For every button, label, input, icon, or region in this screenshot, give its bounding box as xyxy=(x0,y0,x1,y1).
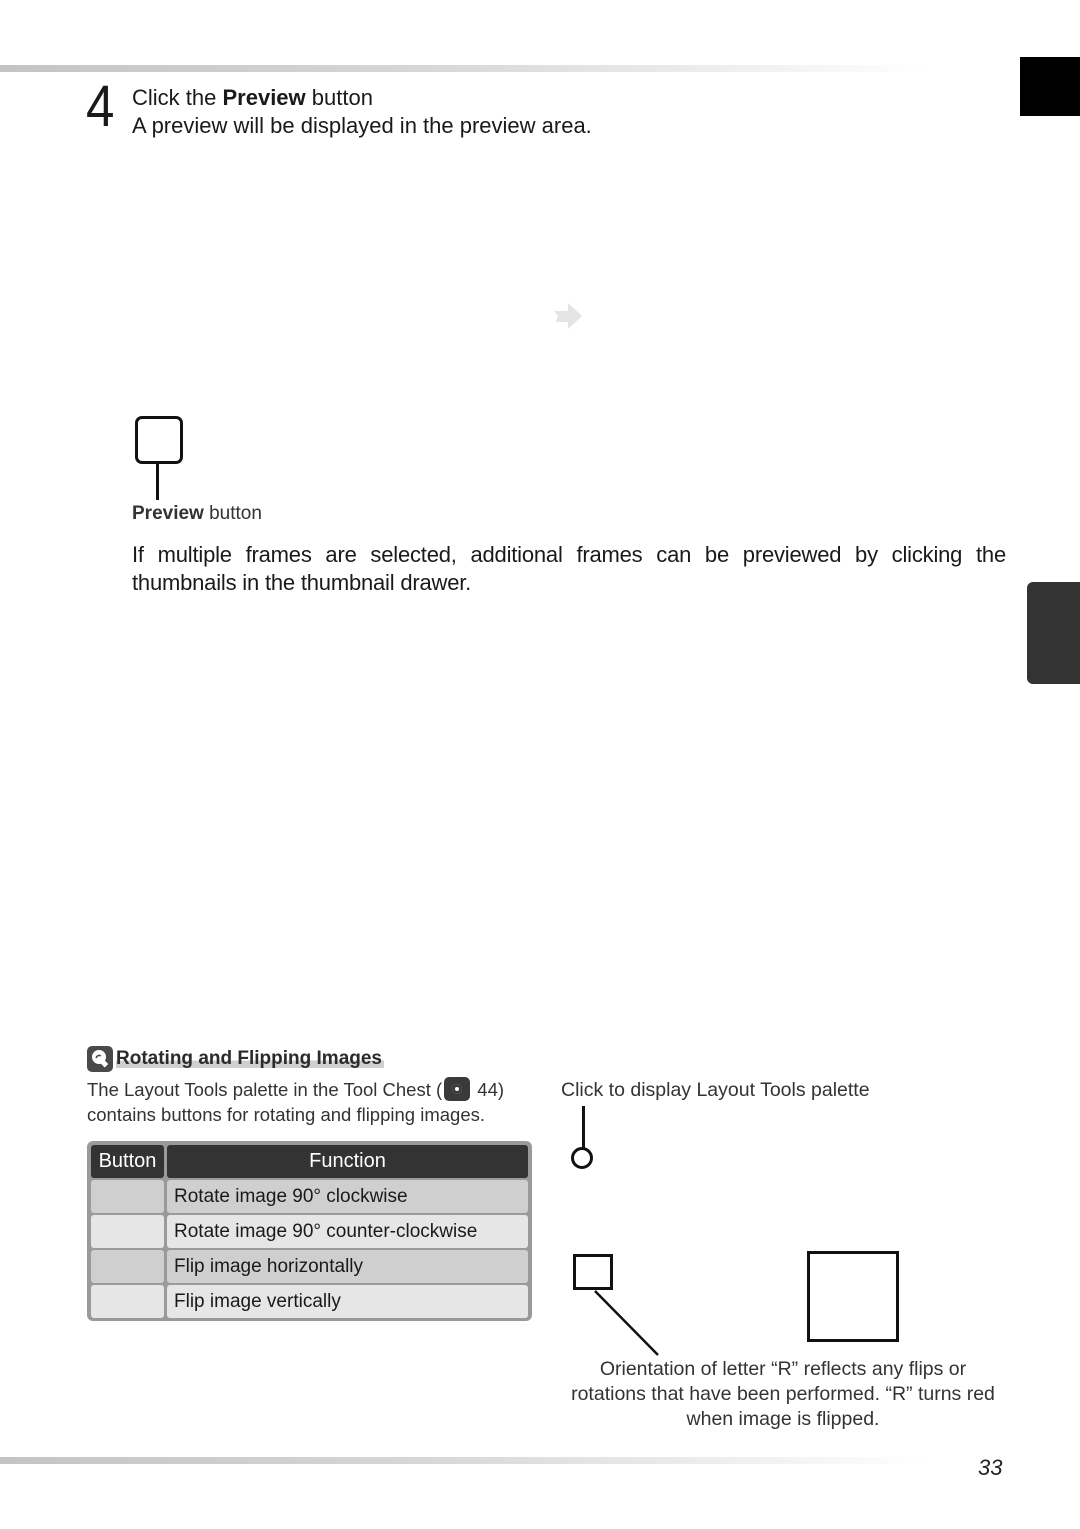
step-title-suffix: button xyxy=(305,85,373,110)
table-row: Flip image vertically xyxy=(91,1285,528,1318)
layout-tools-callout-label: Click to display Layout Tools palette xyxy=(561,1079,870,1101)
layout-tools-callout-circle xyxy=(571,1147,593,1169)
preview-label-bold: Preview xyxy=(132,503,204,524)
function-cell: Rotate image 90° counter-clockwise xyxy=(167,1215,528,1248)
chapter-tab-marker xyxy=(1020,57,1080,116)
bottom-divider xyxy=(0,1457,930,1464)
body-paragraph: If multiple frames are selected, additio… xyxy=(132,542,1006,595)
step-description: A preview will be displayed in the previ… xyxy=(132,113,592,138)
rotate-cw-button-cell xyxy=(91,1180,164,1213)
table-row: Rotate image 90° clockwise xyxy=(91,1180,528,1213)
top-divider xyxy=(0,65,930,72)
header-button: Button xyxy=(91,1145,164,1178)
preview-button-callout-box xyxy=(135,416,183,464)
table-header-row: Button Function xyxy=(91,1145,528,1178)
tip-ref-page: 44) xyxy=(472,1079,505,1100)
layout-tools-callout-line xyxy=(582,1106,585,1148)
preview-button-callout-line xyxy=(156,461,159,500)
header-function: Function xyxy=(167,1145,528,1178)
tip-heading: Rotating and Flipping Images xyxy=(116,1046,384,1072)
section-tab-marker xyxy=(1027,582,1080,684)
step-title: Click the Preview button xyxy=(132,84,373,112)
step-number: 4 xyxy=(86,74,115,139)
rotate-ccw-button-cell xyxy=(91,1215,164,1248)
function-cell: Rotate image 90° clockwise xyxy=(167,1180,528,1213)
tip-text-part2: contains buttons for rotating and flippi… xyxy=(87,1104,485,1125)
page-number: 33 xyxy=(978,1455,1003,1480)
preview-label-rest: button xyxy=(203,503,262,524)
arrow-right-icon xyxy=(554,303,582,329)
orientation-indicator-box xyxy=(573,1254,613,1290)
flip-vertical-button-cell xyxy=(91,1285,164,1318)
table-row: Rotate image 90° counter-clockwise xyxy=(91,1215,528,1248)
tip-bulb-icon xyxy=(87,1046,113,1072)
orientation-note: Orientation of letter “R” reflects any f… xyxy=(571,1358,995,1430)
step-title-bold: Preview xyxy=(222,85,306,110)
preview-button-label: Preview button xyxy=(132,502,262,526)
function-cell: Flip image horizontally xyxy=(167,1250,528,1283)
preview-frame-box xyxy=(807,1251,899,1342)
flip-horizontal-button-cell xyxy=(91,1250,164,1283)
tip-text-part1: The Layout Tools palette in the Tool Che… xyxy=(87,1079,443,1100)
table-row: Flip image horizontally xyxy=(91,1250,528,1283)
function-cell: Flip image vertically xyxy=(167,1285,528,1318)
eye-reference-icon xyxy=(444,1077,471,1101)
step-title-prefix: Click the xyxy=(132,85,223,110)
tip-text: The Layout Tools palette in the Tool Che… xyxy=(87,1077,537,1127)
function-table: Button Function Rotate image 90° clockwi… xyxy=(87,1141,532,1321)
